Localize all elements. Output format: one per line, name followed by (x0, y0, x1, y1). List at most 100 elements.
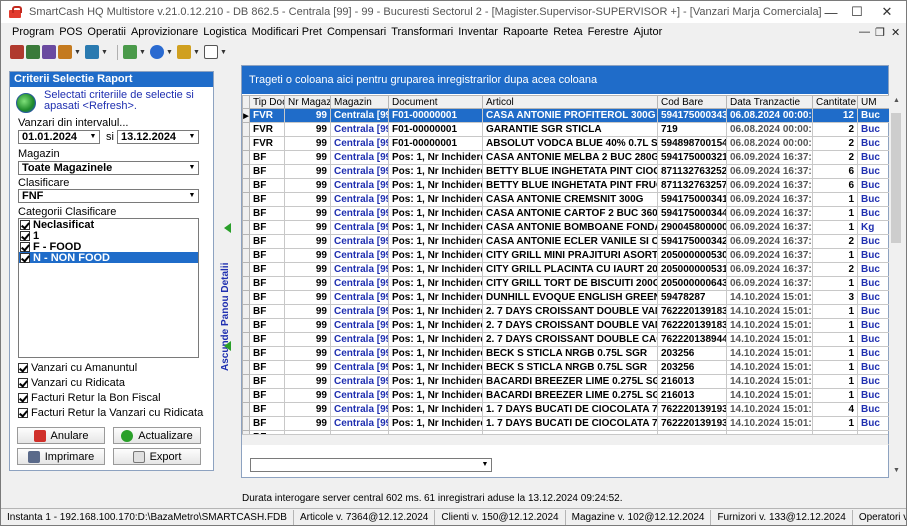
refresh-icon[interactable] (16, 93, 36, 113)
chevron-down-icon[interactable]: ▼ (74, 49, 81, 56)
row-indicator[interactable] (242, 164, 250, 179)
chevron-down-icon[interactable]: ▼ (185, 131, 198, 143)
table-row[interactable]: BF99Centrala [99]Pos: 1, Nr Inchidere: 1… (242, 276, 891, 291)
table-row[interactable]: BF99Centrala [99]Pos: 1, Nr Inchidere: 2… (242, 416, 891, 431)
menu-item-modificari-pret[interactable]: Modificari Pret (252, 26, 322, 38)
globe-icon[interactable] (150, 45, 164, 59)
row-indicator[interactable] (242, 402, 250, 417)
scrollbar-thumb[interactable] (891, 113, 901, 243)
checkbox[interactable] (18, 363, 28, 373)
money-icon[interactable] (177, 45, 191, 59)
menu-item-rapoarte[interactable]: Rapoarte (503, 26, 548, 38)
menu-item-inventar[interactable]: Inventar (458, 26, 498, 38)
checkbox[interactable] (20, 241, 30, 252)
mdi-close-button[interactable]: ✕ (891, 23, 900, 41)
clasificare-select[interactable]: FNF ▼ (18, 189, 199, 203)
chevron-down-icon[interactable]: ▼ (220, 49, 227, 56)
row-indicator[interactable] (242, 276, 250, 291)
table-row[interactable]: BF99Centrala [99]Pos: 1, Nr Inchidere: 1… (242, 192, 891, 207)
details-splitter[interactable]: Ascunde Panou Detalii (219, 71, 239, 483)
table-row[interactable]: BF99Centrala [99]Pos: 1, Nr Inchidere: 1… (242, 206, 891, 221)
actualizare-button[interactable]: Actualizare (113, 427, 201, 444)
row-indicator[interactable] (242, 360, 250, 375)
categorii-listbox[interactable]: Neclasificat 1 F - FOOD N - NON FOOD (18, 218, 199, 358)
column-header-cantitate[interactable]: Cantitate (812, 95, 858, 109)
table-row[interactable]: FVR99Centrala [99]F01-00000001ABSOLUT VO… (242, 136, 891, 151)
maximize-button[interactable]: ☐ (843, 1, 871, 23)
menu-item-retea[interactable]: Retea (553, 26, 582, 38)
row-indicator[interactable] (242, 136, 250, 151)
table-row[interactable]: BF99Centrala [99]Pos: 1, Nr Inchidere: 2… (242, 402, 891, 417)
menu-item-program[interactable]: Program (12, 26, 54, 38)
row-indicator[interactable] (242, 262, 250, 277)
menu-item-ferestre[interactable]: Ferestre (588, 26, 629, 38)
table-row[interactable]: BF99Centrala [99]Pos: 1, Nr Inchidere: 2… (242, 290, 891, 305)
vertical-scrollbar[interactable]: ▲ ▼ (889, 95, 903, 479)
checkbox[interactable] (20, 230, 30, 241)
minimize-button[interactable]: — (817, 1, 845, 23)
row-indicator[interactable] (242, 192, 250, 207)
row-indicator[interactable] (242, 178, 250, 193)
chevron-down-icon[interactable]: ▼ (893, 467, 900, 474)
anulare-button[interactable]: Anulare (17, 427, 105, 444)
table-row[interactable]: BF99Centrala [99]Pos: 1, Nr Inchidere: 1… (242, 234, 891, 249)
chevron-down-icon[interactable]: ▼ (101, 49, 108, 56)
checkbox[interactable] (20, 252, 30, 263)
column-header-document[interactable]: Document (388, 95, 483, 109)
table-row[interactable]: BF99Centrala [99]Pos: 1, Nr Inchidere: 1… (242, 248, 891, 263)
row-indicator[interactable] (242, 206, 250, 221)
table-row[interactable]: BF99Centrala [99]Pos: 1, Nr Inchidere: 2… (242, 346, 891, 361)
row-indicator[interactable] (242, 346, 250, 361)
chevron-down-icon[interactable]: ▼ (478, 459, 491, 471)
table-row[interactable]: ▶FVR99Centrala [99]F01-00000001CASA ANTO… (242, 108, 891, 123)
layout-icon[interactable] (123, 45, 137, 59)
categorie-item[interactable]: Neclasificat (19, 219, 198, 231)
chevron-down-icon[interactable]: ▼ (86, 131, 99, 143)
chevron-down-icon[interactable]: ▼ (185, 190, 198, 202)
checkbox[interactable] (18, 408, 28, 418)
categorie-item[interactable]: 1 (19, 230, 198, 242)
table-row[interactable]: FVR99Centrala [99]F01-00000001GARANTIE S… (242, 122, 891, 137)
footer-combo[interactable]: ▼ (250, 458, 492, 472)
chevron-down-icon[interactable]: ▼ (185, 162, 198, 174)
option-checkbox-row[interactable]: Vanzari cu Amanuntul (18, 362, 137, 374)
table-row[interactable]: BF99Centrala [99]Pos: 1, Nr Inchidere: 1… (242, 220, 891, 235)
row-indicator[interactable] (242, 248, 250, 263)
users-icon[interactable] (85, 45, 99, 59)
row-indicator[interactable] (242, 332, 250, 347)
row-indicator[interactable] (242, 290, 250, 305)
chevron-down-icon[interactable]: ▼ (139, 49, 146, 56)
horizontal-scrollbar[interactable] (242, 434, 888, 445)
print-preview-icon[interactable] (26, 45, 40, 59)
chevron-down-icon[interactable]: ▼ (193, 49, 200, 56)
row-indicator[interactable] (242, 304, 250, 319)
row-indicator[interactable] (242, 122, 250, 137)
settings-icon[interactable] (58, 45, 72, 59)
categorie-item[interactable]: N - NON FOOD (19, 252, 198, 264)
row-indicator[interactable] (242, 220, 250, 235)
menu-item-pos[interactable]: POS (59, 26, 82, 38)
menu-item-aprovizionare[interactable]: Aprovizionare (131, 26, 198, 38)
table-row[interactable]: BF99Centrala [99]Pos: 1, Nr Inchidere: 1… (242, 150, 891, 165)
arrow-left-icon[interactable] (224, 223, 231, 233)
table-row[interactable]: BF99Centrala [99]Pos: 1, Nr Inchidere: 2… (242, 360, 891, 375)
magazin-select[interactable]: Toate Magazinele ▼ (18, 161, 199, 175)
imprimare-button[interactable]: Imprimare (17, 448, 105, 465)
row-indicator[interactable] (242, 318, 250, 333)
row-indicator[interactable] (242, 416, 250, 431)
menu-item-operatii[interactable]: Operatii (87, 26, 126, 38)
row-indicator[interactable] (242, 388, 250, 403)
chevron-up-icon[interactable]: ▲ (893, 97, 900, 104)
table-row[interactable]: BF99Centrala [99]Pos: 1, Nr Inchidere: 2… (242, 332, 891, 347)
table-row[interactable]: BF99Centrala [99]Pos: 1, Nr Inchidere: 2… (242, 374, 891, 389)
row-indicator[interactable] (242, 150, 250, 165)
row-indicator[interactable]: ▶ (242, 108, 250, 123)
column-header-articol[interactable]: Articol (482, 95, 658, 109)
print-icon[interactable] (10, 45, 24, 59)
checkbox[interactable] (20, 219, 30, 230)
column-header-tip-doc[interactable]: Tip Doc (249, 95, 285, 109)
row-indicator[interactable] (242, 234, 250, 249)
column-header-magazin[interactable]: Magazin (330, 95, 389, 109)
export-icon[interactable] (42, 45, 56, 59)
option-checkbox-row[interactable]: Facturi Retur la Bon Fiscal (18, 392, 161, 404)
